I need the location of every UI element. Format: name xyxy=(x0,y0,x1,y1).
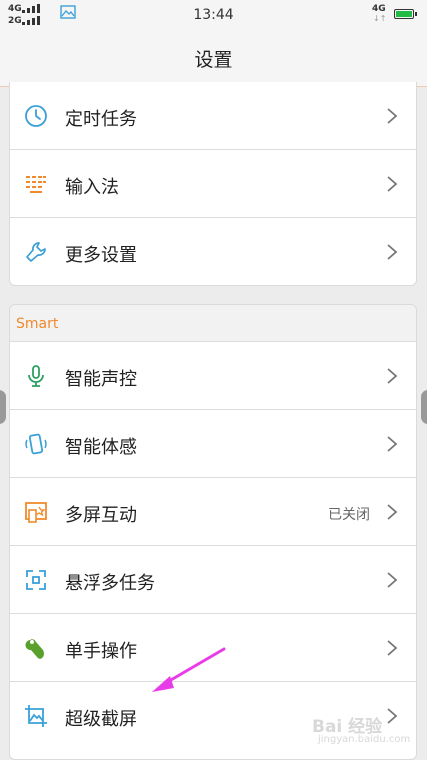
one-hand-icon xyxy=(25,639,44,659)
watermark-url: jingyan.baidu.com xyxy=(318,734,411,745)
network-label: 4G xyxy=(372,4,386,14)
multi-screen-icon xyxy=(25,502,47,523)
chevron-right-icon xyxy=(387,244,398,260)
screenshot-icon xyxy=(25,705,47,727)
motion-phone-icon xyxy=(25,433,47,455)
chevron-right-icon xyxy=(387,176,398,192)
status-bar: 4G 2G 13:44 4G ↓↑ xyxy=(0,0,427,28)
item-label: 定时任务 xyxy=(65,109,137,130)
edge-handle-left[interactable] xyxy=(0,390,6,424)
item-label: 更多设置 xyxy=(65,245,137,266)
annotation-arrow-icon xyxy=(152,647,226,692)
network-arrows: ↓↑ xyxy=(373,14,387,23)
chevron-right-icon xyxy=(387,504,398,520)
chevron-right-icon xyxy=(387,436,398,452)
settings-group-1: 定时任务 输入法 更多设置 xyxy=(9,82,417,286)
settings-item-more-settings[interactable]: 更多设置 xyxy=(10,218,416,285)
chevron-right-icon xyxy=(387,572,398,588)
title-bar: 设置 xyxy=(0,28,427,87)
settings-item-floating-tasks[interactable]: 悬浮多任务 xyxy=(10,546,416,614)
status-value: 已关闭 xyxy=(328,507,370,523)
page-title: 设置 xyxy=(194,49,233,71)
settings-item-multi-screen[interactable]: 多屏互动 已关闭 xyxy=(10,478,416,546)
chevron-right-icon xyxy=(387,108,398,124)
item-label: 单手操作 xyxy=(65,641,137,662)
item-label: 智能声控 xyxy=(65,369,137,390)
settings-item-motion-sensing[interactable]: 智能体感 xyxy=(10,410,416,478)
item-label: 智能体感 xyxy=(65,437,137,458)
clock-time: 13:44 xyxy=(193,7,234,23)
item-label: 多屏互动 xyxy=(65,505,137,526)
item-label: 超级截屏 xyxy=(65,709,137,730)
clock-icon xyxy=(25,105,47,127)
settings-item-scheduled-tasks[interactable]: 定时任务 xyxy=(10,82,416,150)
floating-task-icon xyxy=(26,570,46,590)
chevron-right-icon xyxy=(387,368,398,384)
settings-item-voice-control[interactable]: 智能声控 xyxy=(10,342,416,410)
section-title: Smart xyxy=(16,316,59,332)
item-label: 悬浮多任务 xyxy=(65,573,155,594)
edge-handle-right[interactable] xyxy=(421,390,427,424)
microphone-icon xyxy=(28,365,44,387)
section-header: Smart xyxy=(10,305,416,342)
settings-item-input-method[interactable]: 输入法 xyxy=(10,150,416,218)
chevron-right-icon xyxy=(387,640,398,656)
battery-icon xyxy=(394,9,417,19)
chevron-right-icon xyxy=(387,708,398,724)
wrench-icon xyxy=(26,242,46,262)
item-label: 输入法 xyxy=(65,177,119,198)
keyboard-icon xyxy=(26,176,46,193)
